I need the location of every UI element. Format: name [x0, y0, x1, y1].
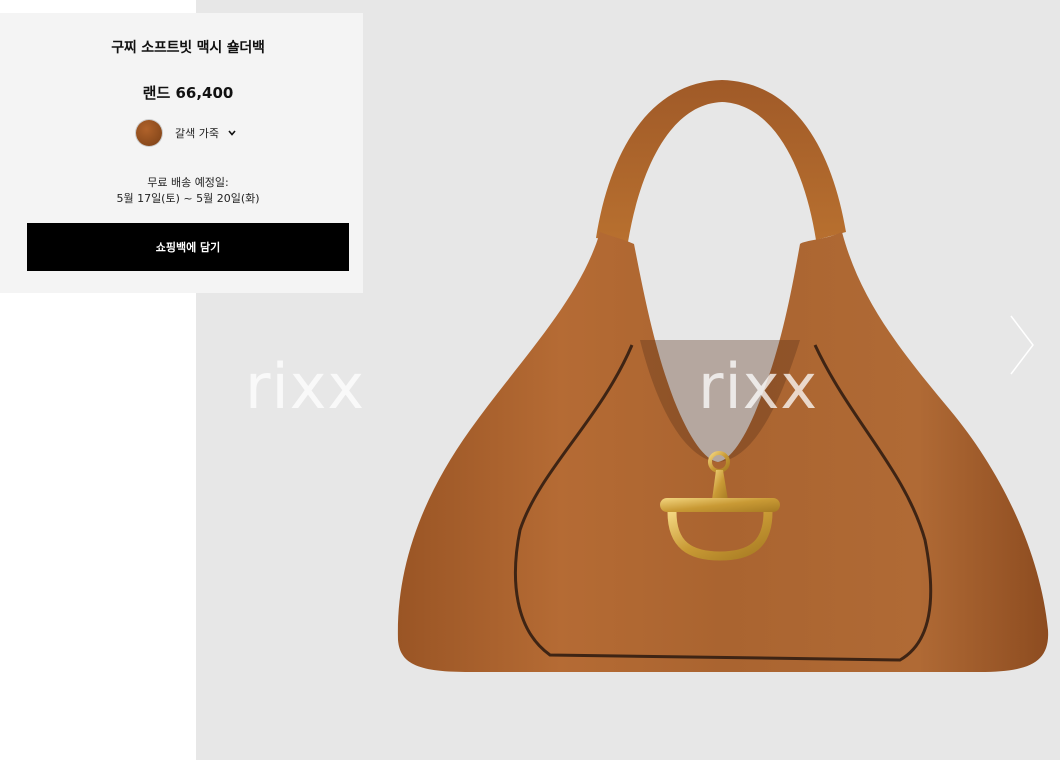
product-title: 구찌 소프트빗 맥시 숄더백	[111, 40, 265, 56]
watermark: rixx	[245, 350, 366, 423]
watermark: rixx	[698, 350, 819, 423]
color-swatch	[136, 120, 162, 146]
delivery-label: 무료 배송 예정일:	[147, 176, 229, 189]
add-to-bag-button[interactable]: 쇼핑백에 담기	[27, 223, 349, 271]
chevron-down-icon	[228, 130, 236, 136]
color-label: 갈색 가죽	[175, 127, 219, 140]
color-selector[interactable]: 갈색 가죽	[136, 120, 237, 146]
chevron-right-icon	[1010, 315, 1034, 375]
delivery-dates: 5월 17일(토) ~ 5월 20일(화)	[116, 192, 260, 205]
bag-handle	[596, 80, 846, 242]
delivery-estimate: 무료 배송 예정일: 5월 17일(토) ~ 5월 20일(화)	[0, 175, 376, 207]
next-image-button[interactable]	[1005, 312, 1039, 378]
product-price: 랜드 66,400	[142, 84, 234, 102]
